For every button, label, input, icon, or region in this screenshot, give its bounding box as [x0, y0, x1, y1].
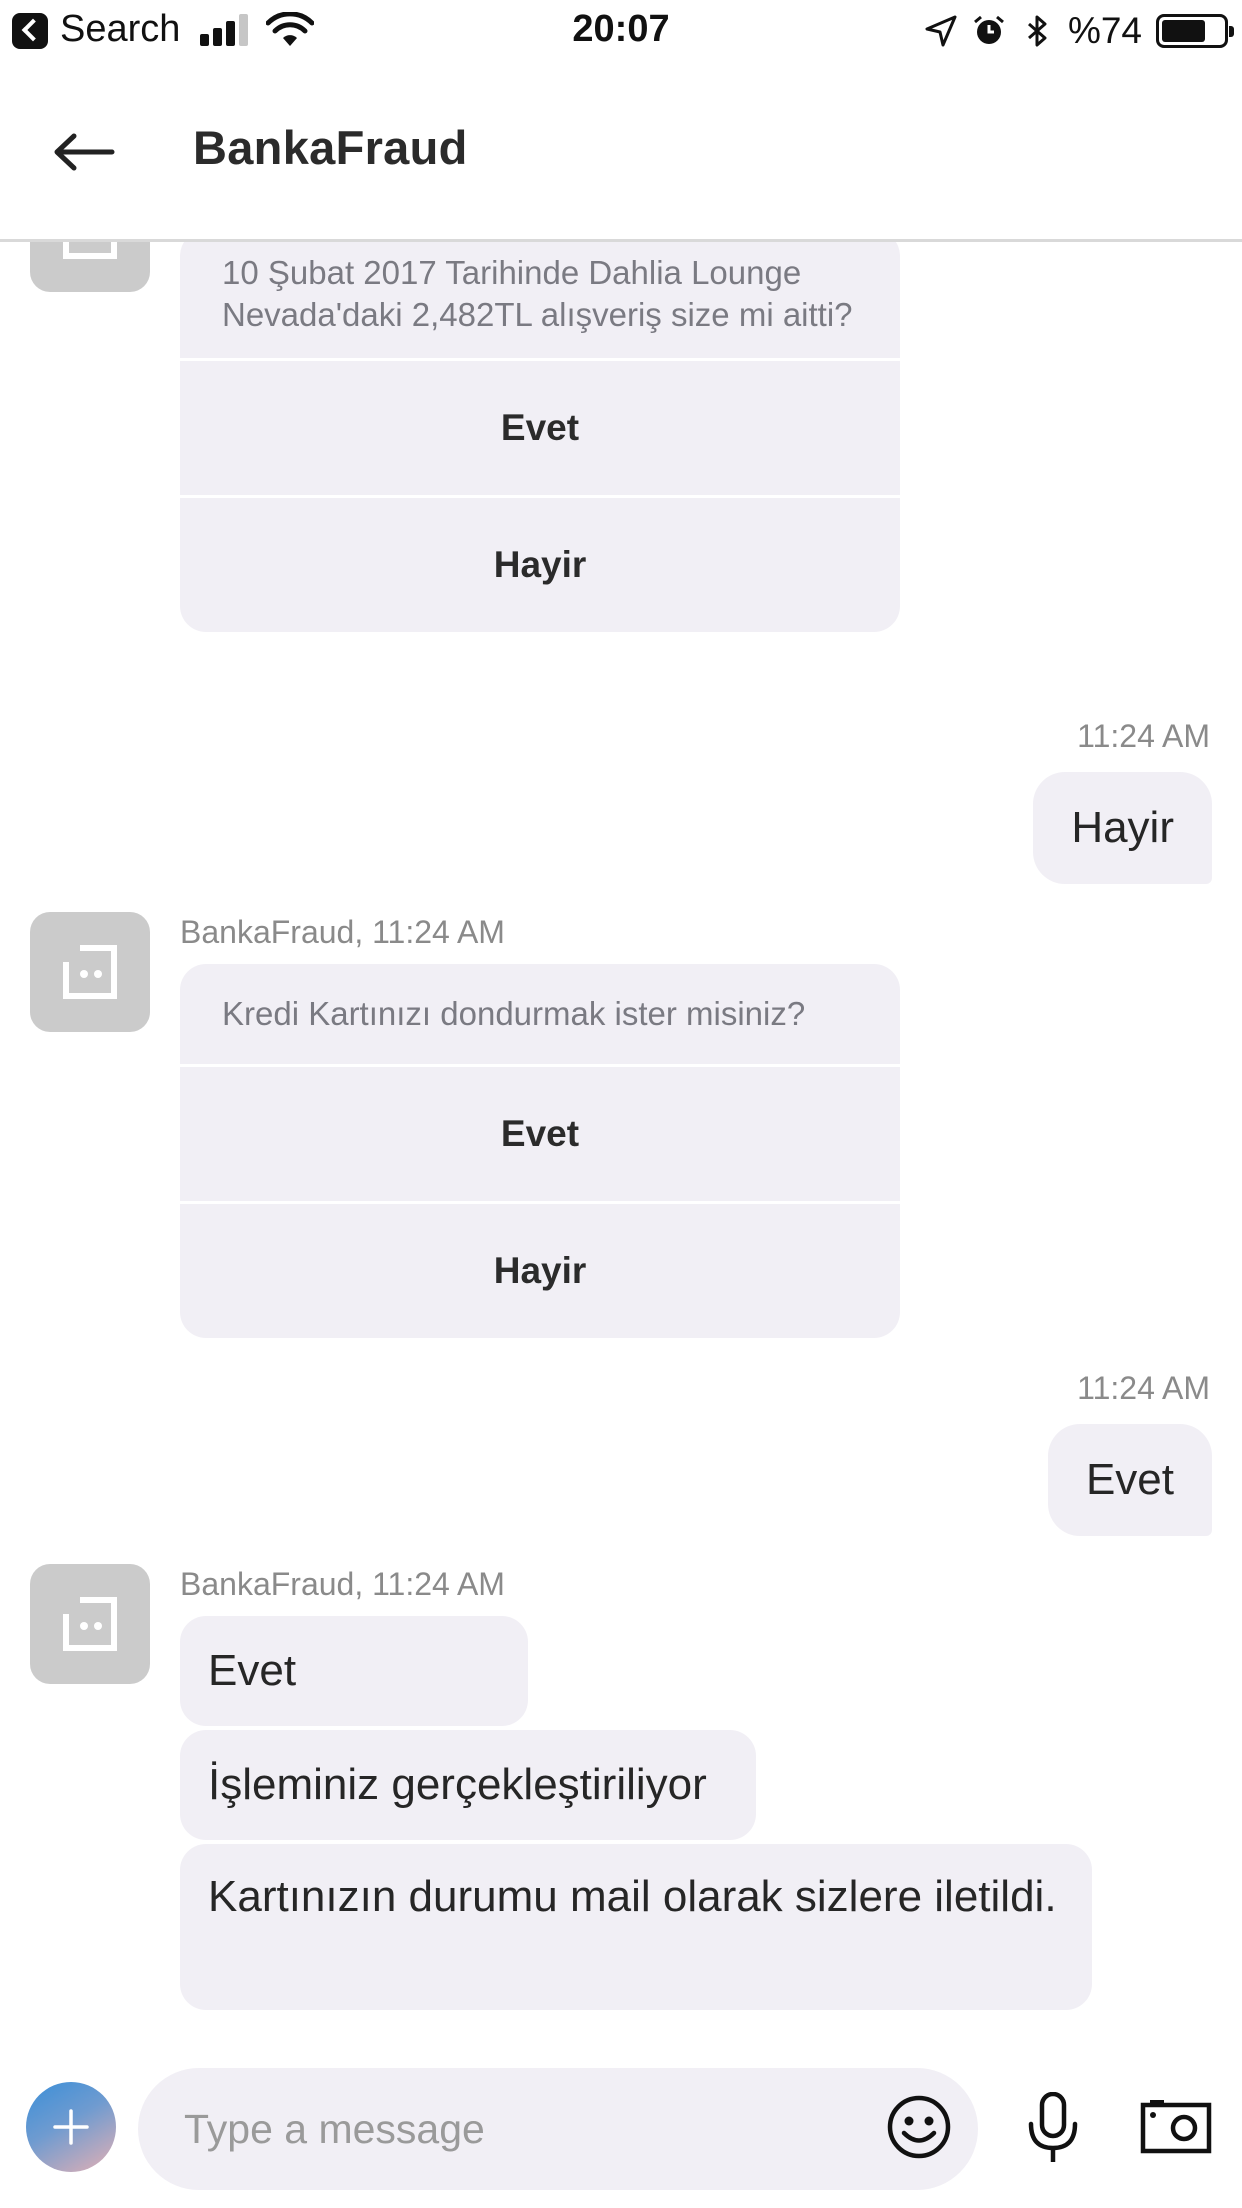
card-question: Kredi Kartınızı dondurmak ister misiniz? — [222, 995, 806, 1032]
user-message-bubble: Hayir — [1033, 772, 1212, 884]
bot-avatar — [30, 912, 150, 1032]
bot-face-icon — [63, 1597, 117, 1651]
bluetooth-icon — [1027, 15, 1047, 47]
chat-header: BankaFraud — [0, 62, 1242, 242]
bot-message-bubble: İşleminiz gerçekleştiriliyor — [180, 1730, 756, 1840]
question-card: Kredi Kartınızı dondurmak ister misiniz?… — [180, 964, 900, 1338]
message-input[interactable] — [184, 2068, 864, 2190]
message-input-container — [138, 2068, 978, 2190]
smiley-icon[interactable] — [886, 2094, 952, 2160]
back-button[interactable] — [46, 114, 122, 190]
bot-message-bubble: Evet — [180, 1616, 528, 1726]
bot-face-icon — [63, 242, 117, 259]
battery-percent: %74 — [1067, 10, 1142, 51]
location-icon — [925, 15, 957, 47]
bot-avatar — [30, 1564, 150, 1684]
plus-icon — [53, 2109, 89, 2145]
bot-avatar — [30, 242, 150, 292]
camera-icon[interactable] — [1140, 2098, 1212, 2154]
arrow-left-icon — [54, 133, 115, 171]
sender-label: BankaFraud, 11:24 AM — [180, 914, 505, 950]
alarm-icon — [973, 15, 1004, 44]
option-no-button[interactable]: Hayir — [180, 495, 900, 632]
bot-face-icon — [63, 945, 117, 999]
message-timestamp: 11:24 AM — [1077, 718, 1210, 754]
user-message-bubble: Evet — [1047, 1424, 1212, 1536]
option-yes-button[interactable]: Evet — [180, 1064, 900, 1201]
add-attachment-button[interactable] — [26, 2082, 116, 2172]
microphone-icon[interactable] — [1025, 2092, 1081, 2164]
option-yes-button[interactable]: Evet — [180, 358, 900, 495]
card-question: 10 Şubat 2017 Tarihinde Dahlia Lounge Ne… — [222, 254, 853, 333]
sender-label: BankaFraud, 11:24 AM — [180, 1566, 505, 1602]
bot-message-bubble: Kartınızın durumu mail olarak sizlere il… — [180, 1844, 1092, 2010]
question-card: 10 Şubat 2017 Tarihinde Dahlia Lounge Ne… — [180, 242, 900, 632]
battery-icon — [1156, 14, 1234, 48]
option-no-button[interactable]: Hayir — [180, 1201, 900, 1338]
page-title: BankaFraud — [193, 121, 468, 174]
battery-level — [1162, 20, 1205, 42]
message-timestamp: 11:24 AM — [1077, 1370, 1210, 1406]
status-bar: Search 20:07 %74 — [0, 0, 1242, 62]
message-composer — [0, 2042, 1242, 2208]
chat-transcript[interactable]: 10 Şubat 2017 Tarihinde Dahlia Lounge Ne… — [0, 242, 1242, 2042]
